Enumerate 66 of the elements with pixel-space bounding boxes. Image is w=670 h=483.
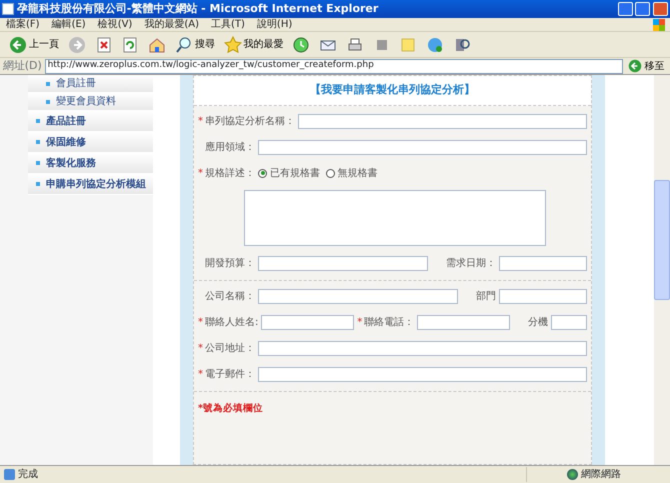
back-icon bbox=[9, 36, 27, 54]
spec-textarea[interactable] bbox=[244, 190, 546, 246]
forward-icon bbox=[68, 36, 86, 54]
input-field[interactable] bbox=[499, 288, 587, 304]
sidebar-item[interactable]: 會員註冊 bbox=[28, 75, 153, 93]
input-field[interactable] bbox=[499, 256, 587, 270]
menu-item[interactable]: 工具(T) bbox=[205, 17, 251, 32]
sidebar-item[interactable]: 產品註冊 bbox=[28, 111, 153, 132]
stop-icon bbox=[94, 36, 112, 54]
history-icon bbox=[292, 36, 310, 54]
scrollbar-thumb[interactable] bbox=[654, 180, 670, 300]
input-field[interactable] bbox=[417, 314, 510, 330]
menu-item[interactable]: 我的最愛(A) bbox=[138, 17, 205, 32]
required-note: *號為必填欄位 bbox=[197, 402, 264, 416]
input-field[interactable] bbox=[258, 340, 587, 356]
windows-flag-icon bbox=[652, 18, 664, 30]
search-icon bbox=[174, 36, 193, 54]
radio-option[interactable]: 已有規格書 bbox=[258, 166, 320, 180]
note-icon bbox=[399, 36, 418, 54]
input-field[interactable] bbox=[258, 366, 587, 382]
field-label: 需求日期： bbox=[445, 256, 496, 270]
favorites-icon bbox=[224, 36, 242, 54]
minimize-button[interactable] bbox=[618, 2, 632, 16]
input-field[interactable] bbox=[258, 256, 428, 270]
sidebar-item[interactable]: 申購串列協定分析模組 bbox=[28, 174, 153, 195]
form-title: 【我要申請客製化串列協定分析】 bbox=[194, 76, 591, 106]
field-label: * 公司地址： bbox=[198, 342, 255, 356]
address-field[interactable]: http://www.zeroplus.com.tw/logic-analyzer_tw/customer_createform.php bbox=[44, 58, 622, 74]
field-label: * 串列協定分析名稱： bbox=[198, 114, 295, 128]
home-icon bbox=[148, 36, 166, 54]
field-label: * 聯絡電話： bbox=[357, 316, 414, 330]
menu-item[interactable]: 說明(H) bbox=[250, 17, 298, 32]
menu-item[interactable]: 檔案(F) bbox=[0, 17, 46, 32]
globe-icon bbox=[567, 469, 578, 480]
input-field[interactable] bbox=[258, 288, 458, 304]
input-field[interactable] bbox=[258, 140, 587, 154]
sidebar-item[interactable]: 保固維修 bbox=[28, 132, 153, 153]
field-label: * 聯絡人姓名: bbox=[198, 316, 258, 330]
menu-item[interactable]: 檢視(V) bbox=[92, 17, 138, 32]
maximize-button[interactable] bbox=[635, 2, 650, 16]
input-field[interactable] bbox=[261, 314, 354, 330]
go-button[interactable]: 移至 bbox=[625, 58, 668, 74]
favorites-button[interactable]: 我的最愛 bbox=[220, 36, 286, 54]
sidebar-item[interactable]: 客製化服務 bbox=[28, 153, 153, 174]
radio-option[interactable]: 無規格書 bbox=[326, 166, 378, 180]
field-label: * 電子郵件： bbox=[198, 368, 255, 382]
field-label: 開發預算： bbox=[204, 256, 255, 270]
sidebar-item[interactable]: 變更會員資料 bbox=[28, 93, 153, 111]
status-text: 完成 bbox=[18, 468, 39, 482]
search-button[interactable]: 搜尋 bbox=[172, 36, 218, 54]
field-label: 公司名稱： bbox=[204, 290, 255, 304]
menu-item[interactable]: 編輯(E) bbox=[46, 17, 92, 32]
address-label: 網址(D) bbox=[2, 58, 42, 74]
zone-text: 網際網路 bbox=[580, 468, 621, 482]
input-field[interactable] bbox=[298, 114, 587, 128]
field-label: 分機 bbox=[527, 316, 548, 330]
close-button[interactable] bbox=[653, 2, 668, 16]
print-icon bbox=[346, 36, 364, 54]
input-field[interactable] bbox=[551, 314, 587, 330]
scrollbar[interactable] bbox=[654, 75, 670, 465]
window-title: 孕龍科技股份有限公司-繁體中文網站 - Microsoft Internet Explorer bbox=[16, 0, 380, 17]
back-button[interactable]: 上一頁 bbox=[6, 36, 62, 54]
field-label: * 規格詳述： bbox=[198, 166, 255, 180]
refresh-icon bbox=[121, 36, 140, 54]
field-label: 應用領域： bbox=[204, 140, 255, 154]
field-label: 部門 bbox=[475, 290, 496, 304]
